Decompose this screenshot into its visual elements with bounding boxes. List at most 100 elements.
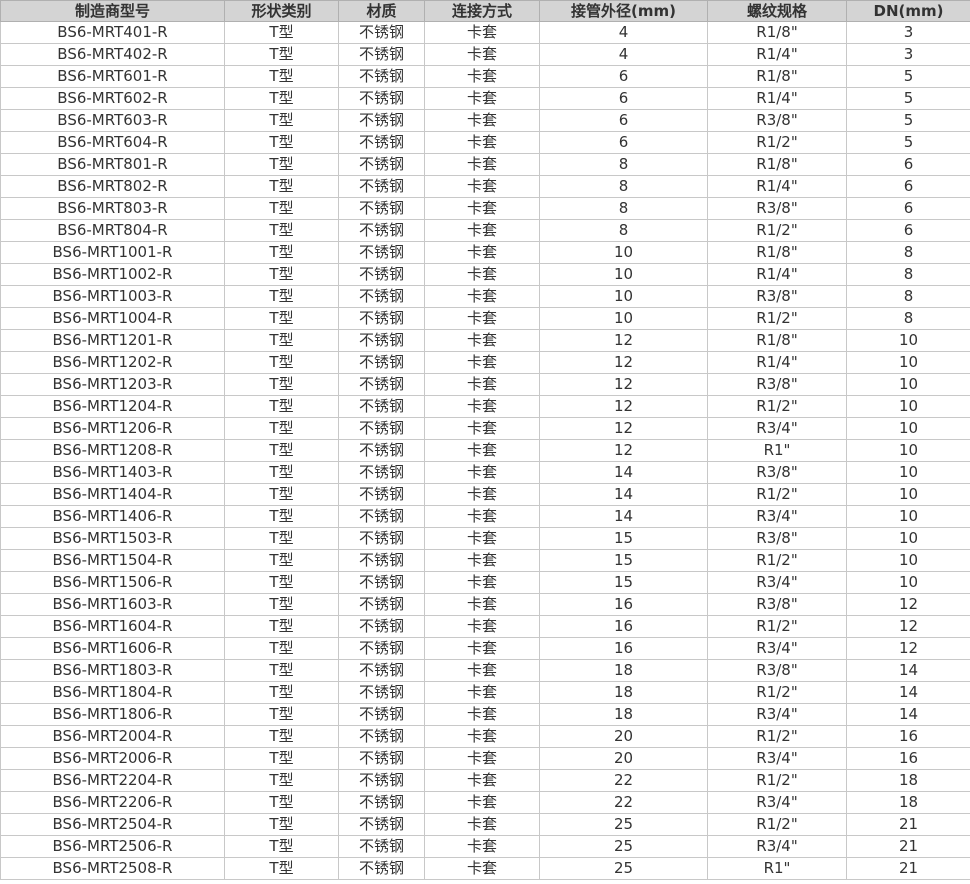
- header-connection: 连接方式: [424, 0, 540, 22]
- cell-thread: R3/8": [707, 527, 847, 550]
- cell-connection: 卡套: [424, 769, 540, 792]
- cell-model: BS6-MRT2506-R: [0, 835, 225, 858]
- cell-shape: T型: [224, 681, 339, 704]
- cell-shape: T型: [224, 813, 339, 836]
- cell-material: 不锈钢: [338, 593, 425, 616]
- cell-shape: T型: [224, 21, 339, 44]
- table-row: BS6-MRT2004-R T型 不锈钢 卡套 20 R1/2" 16: [0, 725, 970, 748]
- cell-pipe-od: 14: [539, 483, 708, 506]
- cell-material: 不锈钢: [338, 285, 425, 308]
- cell-material: 不锈钢: [338, 197, 425, 220]
- cell-thread: R1/2": [707, 395, 847, 418]
- cell-pipe-od: 15: [539, 571, 708, 594]
- cell-connection: 卡套: [424, 813, 540, 836]
- cell-connection: 卡套: [424, 593, 540, 616]
- cell-connection: 卡套: [424, 417, 540, 440]
- cell-dn: 8: [846, 285, 970, 308]
- cell-dn: 6: [846, 175, 970, 198]
- cell-thread: R1/2": [707, 615, 847, 638]
- cell-shape: T型: [224, 329, 339, 352]
- cell-thread: R1": [707, 439, 847, 462]
- cell-pipe-od: 15: [539, 527, 708, 550]
- cell-model: BS6-MRT402-R: [0, 43, 225, 66]
- table-row: BS6-MRT1503-R T型 不锈钢 卡套 15 R3/8" 10: [0, 527, 970, 550]
- cell-pipe-od: 12: [539, 417, 708, 440]
- cell-model: BS6-MRT2206-R: [0, 791, 225, 814]
- cell-material: 不锈钢: [338, 329, 425, 352]
- cell-shape: T型: [224, 351, 339, 374]
- cell-shape: T型: [224, 549, 339, 572]
- cell-connection: 卡套: [424, 637, 540, 660]
- cell-dn: 10: [846, 373, 970, 396]
- cell-pipe-od: 16: [539, 593, 708, 616]
- cell-connection: 卡套: [424, 835, 540, 858]
- cell-connection: 卡套: [424, 175, 540, 198]
- table-row: BS6-MRT1208-R T型 不锈钢 卡套 12 R1" 10: [0, 439, 970, 462]
- cell-dn: 10: [846, 329, 970, 352]
- cell-shape: T型: [224, 615, 339, 638]
- cell-model: BS6-MRT1804-R: [0, 681, 225, 704]
- cell-dn: 18: [846, 791, 970, 814]
- cell-pipe-od: 12: [539, 395, 708, 418]
- table-row: BS6-MRT1201-R T型 不锈钢 卡套 12 R1/8" 10: [0, 329, 970, 352]
- cell-thread: R3/4": [707, 637, 847, 660]
- cell-shape: T型: [224, 659, 339, 682]
- cell-shape: T型: [224, 417, 339, 440]
- cell-shape: T型: [224, 857, 339, 880]
- cell-connection: 卡套: [424, 439, 540, 462]
- cell-material: 不锈钢: [338, 769, 425, 792]
- cell-pipe-od: 16: [539, 637, 708, 660]
- cell-dn: 10: [846, 461, 970, 484]
- cell-shape: T型: [224, 153, 339, 176]
- cell-connection: 卡套: [424, 131, 540, 154]
- cell-dn: 10: [846, 351, 970, 374]
- cell-model: BS6-MRT1403-R: [0, 461, 225, 484]
- table-row: BS6-MRT1003-R T型 不锈钢 卡套 10 R3/8" 8: [0, 285, 970, 308]
- spec-table: 制造商型号 形状类别 材质 连接方式 接管外径(mm) 螺纹规格 DN(mm) …: [0, 0, 970, 880]
- table-row: BS6-MRT1806-R T型 不锈钢 卡套 18 R3/4" 14: [0, 703, 970, 726]
- cell-model: BS6-MRT1001-R: [0, 241, 225, 264]
- cell-pipe-od: 18: [539, 681, 708, 704]
- table-row: BS6-MRT1804-R T型 不锈钢 卡套 18 R1/2" 14: [0, 681, 970, 704]
- cell-pipe-od: 25: [539, 835, 708, 858]
- cell-shape: T型: [224, 483, 339, 506]
- cell-pipe-od: 20: [539, 747, 708, 770]
- table-row: BS6-MRT1506-R T型 不锈钢 卡套 15 R3/4" 10: [0, 571, 970, 594]
- cell-dn: 3: [846, 43, 970, 66]
- cell-model: BS6-MRT2006-R: [0, 747, 225, 770]
- header-material: 材质: [338, 0, 425, 22]
- cell-pipe-od: 6: [539, 131, 708, 154]
- table-row: BS6-MRT1001-R T型 不锈钢 卡套 10 R1/8" 8: [0, 241, 970, 264]
- cell-dn: 5: [846, 65, 970, 88]
- cell-dn: 5: [846, 131, 970, 154]
- cell-dn: 10: [846, 571, 970, 594]
- cell-shape: T型: [224, 461, 339, 484]
- cell-model: BS6-MRT1806-R: [0, 703, 225, 726]
- cell-dn: 8: [846, 241, 970, 264]
- cell-material: 不锈钢: [338, 109, 425, 132]
- cell-pipe-od: 6: [539, 87, 708, 110]
- cell-pipe-od: 18: [539, 659, 708, 682]
- cell-material: 不锈钢: [338, 439, 425, 462]
- cell-shape: T型: [224, 175, 339, 198]
- cell-pipe-od: 10: [539, 307, 708, 330]
- cell-material: 不锈钢: [338, 505, 425, 528]
- cell-connection: 卡套: [424, 681, 540, 704]
- cell-connection: 卡套: [424, 703, 540, 726]
- cell-pipe-od: 12: [539, 439, 708, 462]
- cell-thread: R1/2": [707, 131, 847, 154]
- cell-thread: R1/2": [707, 219, 847, 242]
- table-row: BS6-MRT1206-R T型 不锈钢 卡套 12 R3/4" 10: [0, 417, 970, 440]
- table-row: BS6-MRT402-R T型 不锈钢 卡套 4 R1/4" 3: [0, 43, 970, 66]
- cell-connection: 卡套: [424, 395, 540, 418]
- table-row: BS6-MRT603-R T型 不锈钢 卡套 6 R3/8" 5: [0, 109, 970, 132]
- cell-model: BS6-MRT401-R: [0, 21, 225, 44]
- cell-material: 不锈钢: [338, 527, 425, 550]
- cell-pipe-od: 14: [539, 461, 708, 484]
- cell-model: BS6-MRT1003-R: [0, 285, 225, 308]
- cell-dn: 6: [846, 197, 970, 220]
- cell-material: 不锈钢: [338, 483, 425, 506]
- cell-thread: R1/4": [707, 87, 847, 110]
- cell-shape: T型: [224, 505, 339, 528]
- cell-thread: R3/4": [707, 571, 847, 594]
